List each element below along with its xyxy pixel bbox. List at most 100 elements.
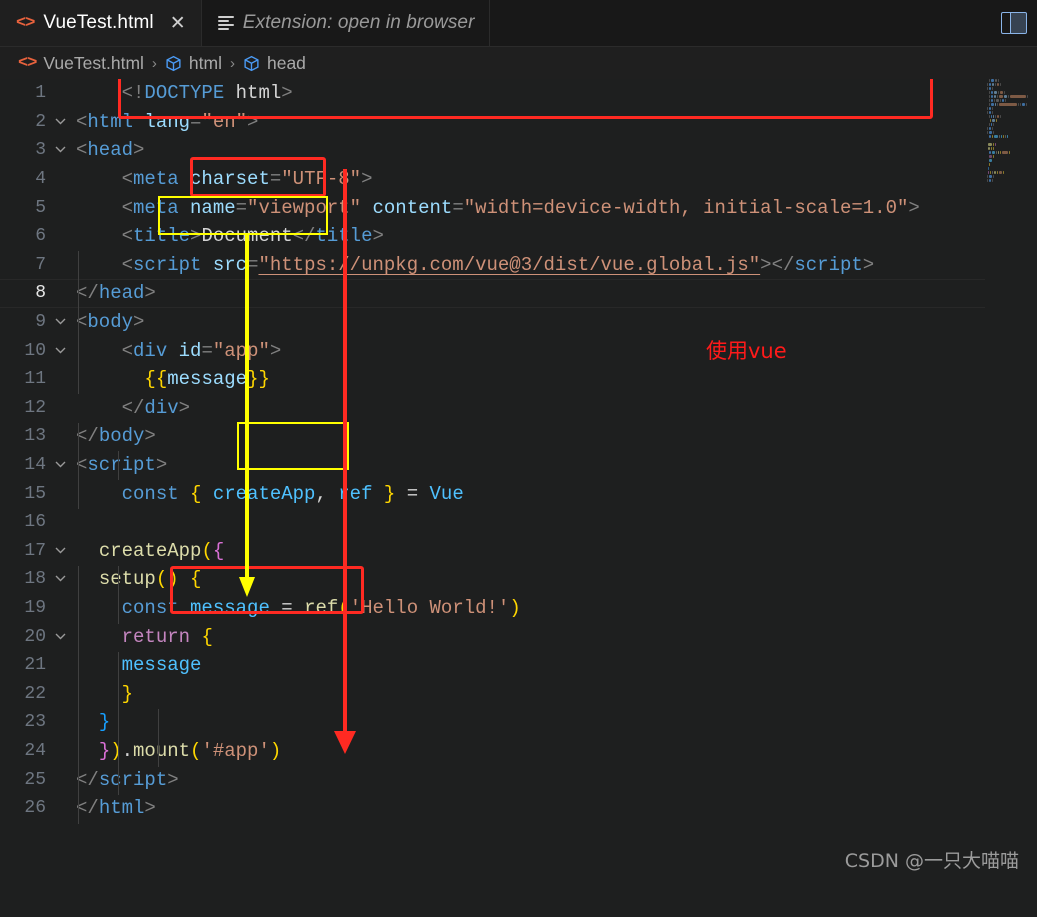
code-text: </script>: [76, 768, 179, 791]
line-number: 14: [24, 455, 46, 476]
line-number: 4: [35, 169, 46, 190]
toggle-layout-icon[interactable]: [1001, 12, 1027, 34]
html-icon: <>: [16, 13, 35, 33]
code-lines[interactable]: 1 <!DOCTYPE html> 2 <html lang="en"> 3 <head…: [0, 79, 1037, 917]
line-number: 1: [35, 83, 46, 104]
code-line[interactable]: 1 <!DOCTYPE html>: [0, 79, 1037, 108]
line-number: 3: [35, 140, 46, 161]
code-editor[interactable]: 1 <!DOCTYPE html> 2 <html lang="en"> 3 <head…: [0, 79, 1037, 917]
code-line[interactable]: 10 <div id="app">: [0, 336, 1037, 365]
line-number: 12: [24, 397, 46, 418]
code-line[interactable]: 25 </script>: [0, 765, 1037, 794]
code-line[interactable]: 14 <script>: [0, 451, 1037, 480]
chevron-down-icon[interactable]: [48, 631, 72, 643]
chevron-down-icon[interactable]: [48, 459, 72, 471]
line-number: 10: [24, 340, 46, 361]
code-line[interactable]: 12 </div>: [0, 394, 1037, 423]
chevron-down-icon[interactable]: [48, 345, 72, 357]
code-text: <script>: [76, 454, 168, 477]
code-text: <title>Document</title>: [76, 225, 384, 248]
code-text: </html>: [76, 797, 156, 820]
code-line[interactable]: 11 {{message}}: [0, 365, 1037, 394]
code-line[interactable]: 15 const { createApp, ref } = Vue: [0, 479, 1037, 508]
code-text: createApp({: [98, 539, 225, 562]
code-line[interactable]: 8 </head>: [0, 279, 1037, 308]
code-line[interactable]: 5 <meta name="viewport" content="width=d…: [0, 193, 1037, 222]
breadcrumb-separator: ›: [151, 54, 157, 72]
indent-guide: [158, 709, 159, 767]
line-number: 22: [24, 683, 46, 704]
chevron-down-icon[interactable]: [48, 116, 72, 128]
code-line[interactable]: 23 }: [0, 708, 1037, 737]
chevron-down-icon[interactable]: [48, 316, 72, 328]
code-line[interactable]: 9 <body>: [0, 308, 1037, 337]
watermark: CSDN @一只大喵喵: [844, 850, 1019, 872]
html-icon: <>: [18, 53, 37, 73]
line-number: 21: [24, 655, 46, 676]
code-text: const message = ref('Hello World!'): [121, 596, 521, 619]
breadcrumb: <> VueTest.html › html › head: [0, 47, 1037, 79]
code-text: message: [121, 654, 202, 677]
editor-tab-bar: <> VueTest.html ✕ Extension: open in bro…: [0, 0, 1037, 47]
breadcrumb-label: html: [188, 52, 222, 73]
tab-extension-open-in-browser[interactable]: Extension: open in browser: [201, 0, 490, 46]
tab-vuetest-html[interactable]: <> VueTest.html ✕: [0, 0, 202, 46]
code-text: }: [98, 711, 111, 734]
code-line[interactable]: 3 <head>: [0, 136, 1037, 165]
code-text: <!DOCTYPE html>: [121, 82, 293, 105]
cube-icon: [243, 55, 260, 72]
code-line[interactable]: 18 setup() {: [0, 565, 1037, 594]
code-line[interactable]: 19 const message = ref('Hello World!'): [0, 594, 1037, 623]
close-icon[interactable]: ✕: [169, 14, 187, 33]
code-line[interactable]: 6 <title>Document</title>: [0, 222, 1037, 251]
code-line[interactable]: 2 <html lang="en">: [0, 108, 1037, 137]
breadcrumb-item-html[interactable]: html: [165, 53, 222, 74]
indent-guide: [78, 251, 79, 394]
code-line[interactable]: 20 return {: [0, 622, 1037, 651]
line-number: 13: [24, 426, 46, 447]
code-text: <script src="https://unpkg.com/vue@3/dis…: [76, 253, 875, 276]
code-text: <head>: [76, 139, 145, 162]
minimap[interactable]: [985, 79, 1037, 917]
indent-guide: [118, 451, 119, 480]
breadcrumb-label: VueTest.html: [43, 52, 144, 73]
lines-icon: [217, 16, 234, 30]
line-number: 18: [24, 569, 46, 590]
indent-guide: [118, 566, 119, 624]
code-line[interactable]: 21 message: [0, 651, 1037, 680]
code-line[interactable]: 13 </body>: [0, 422, 1037, 451]
code-line[interactable]: 16: [0, 508, 1037, 537]
indent-guide: [78, 566, 79, 824]
code-line[interactable]: 26 </html>: [0, 794, 1037, 823]
chevron-down-icon[interactable]: [48, 144, 72, 156]
chevron-down-icon[interactable]: [48, 573, 72, 585]
code-text: <html lang="en">: [76, 110, 259, 133]
line-number: 20: [24, 626, 46, 647]
code-text: const { createApp, ref } = Vue: [121, 482, 464, 505]
indent-guide: [118, 652, 119, 795]
line-number: 11: [24, 369, 46, 390]
breadcrumb-item-file[interactable]: <> VueTest.html: [18, 53, 144, 74]
code-line[interactable]: 22 }: [0, 679, 1037, 708]
code-text: return {: [121, 625, 213, 648]
code-text: </head>: [76, 282, 156, 305]
breadcrumb-label: head: [266, 52, 306, 73]
code-text: {{message}}: [144, 368, 270, 391]
code-text: }).mount('#app'): [98, 739, 282, 762]
code-line[interactable]: 4 <meta charset="UTF-8">: [0, 165, 1037, 194]
line-number: 5: [35, 197, 46, 218]
line-number: 26: [24, 798, 46, 819]
code-line[interactable]: 17 createApp({: [0, 537, 1037, 566]
code-text: </body>: [76, 425, 156, 448]
tab-label: Extension: open in browser: [242, 12, 475, 33]
code-text: </div>: [76, 396, 191, 419]
indent-guide: [78, 423, 79, 509]
code-line[interactable]: 24 }).mount('#app'): [0, 737, 1037, 766]
chevron-down-icon[interactable]: [48, 545, 72, 557]
code-line[interactable]: 7 <script src="https://unpkg.com/vue@3/d…: [0, 251, 1037, 280]
code-text: <meta charset="UTF-8">: [76, 168, 373, 191]
breadcrumb-item-head[interactable]: head: [243, 53, 306, 74]
tab-label: VueTest.html: [43, 12, 154, 33]
line-number: 24: [24, 740, 46, 761]
line-number: 9: [35, 312, 46, 333]
